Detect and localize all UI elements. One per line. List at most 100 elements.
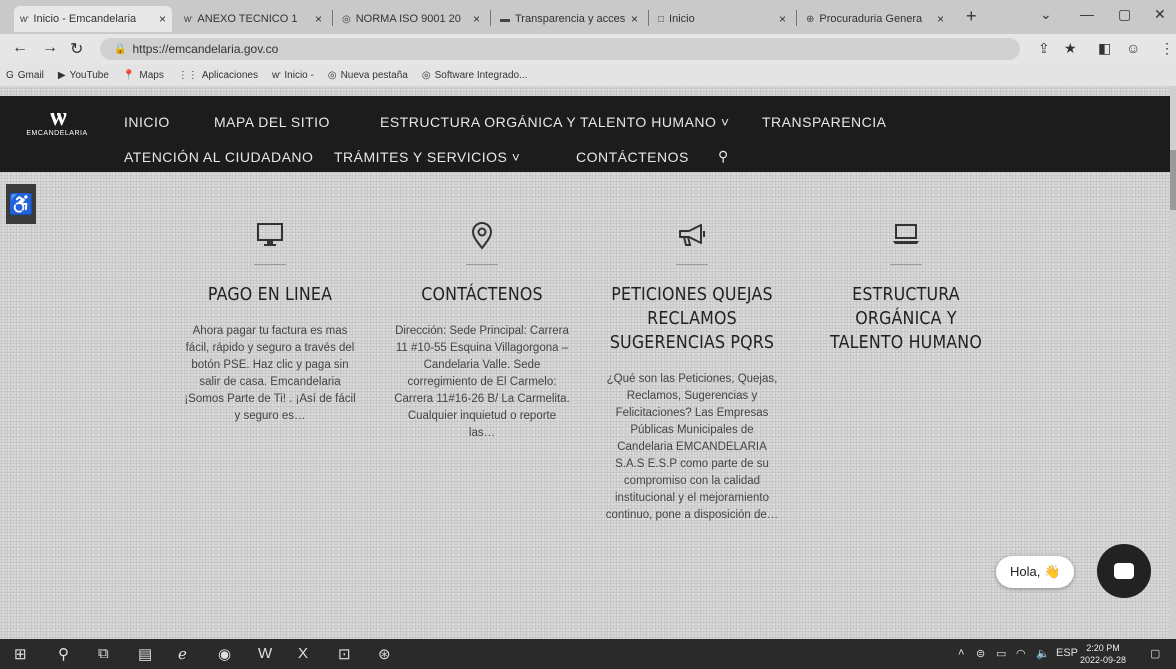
site-favicon-icon: ⱳ xyxy=(271,69,281,81)
bookmark-label: Gmail xyxy=(17,69,44,81)
feature-estructura-organica[interactable]: ESTRUCTURA ORGÁNICA Y TALENTO HUMANO xyxy=(806,222,1006,371)
battery-icon[interactable]: ▭ xyxy=(996,647,1006,660)
blank-favicon-icon: □ xyxy=(658,13,665,25)
maximize-icon[interactable]: ▢ xyxy=(1118,6,1131,23)
tab-title: NORMA ISO 9001 20 xyxy=(355,13,461,25)
tab-inicio-emcandelaria[interactable]: ⱳ Inicio - Emcandelaria × xyxy=(14,6,172,32)
show-hidden-icons-icon[interactable]: ˄ xyxy=(958,647,964,659)
close-icon[interactable]: × xyxy=(473,12,480,26)
network-icon[interactable]: ⊜ xyxy=(976,647,985,660)
close-icon[interactable]: × xyxy=(937,12,944,26)
new-tab-icon[interactable]: + xyxy=(966,6,977,27)
volume-icon[interactable]: 🔈 xyxy=(1036,647,1050,660)
nav-inicio[interactable]: INICIO xyxy=(124,114,170,130)
search-icon[interactable]: ⚲ xyxy=(58,645,69,663)
tab-inicio[interactable]: □ Inicio × xyxy=(652,6,792,32)
feature-title[interactable]: PAGO EN LINEA xyxy=(182,283,358,307)
nav-transparencia[interactable]: TRANSPARENCIA xyxy=(762,114,886,130)
bookmark-inicio[interactable]: ⱳ Inicio - xyxy=(272,70,314,81)
bookmark-maps[interactable]: 📍 Maps xyxy=(123,70,164,81)
tab-title: Inicio xyxy=(669,13,695,25)
feature-title[interactable]: ESTRUCTURA ORGÁNICA Y TALENTO HUMANO xyxy=(818,283,994,355)
divider xyxy=(890,264,922,265)
bookmarks-bar: G Gmail ▶ YouTube 📍 Maps ⋮⋮ Aplicaciones ⱳ In… xyxy=(0,64,1176,86)
chrome-icon[interactable]: ◉ xyxy=(218,645,231,663)
system-clock[interactable]: 2:20 PM 2022-09-28 xyxy=(1080,642,1126,666)
clock-date: 2022-09-28 xyxy=(1080,655,1127,665)
bookmark-software[interactable]: ◎ Software Integrado... xyxy=(422,70,528,81)
back-arrow-icon[interactable]: ← xyxy=(12,39,28,57)
forward-arrow-icon[interactable]: → xyxy=(42,39,58,57)
edge-icon[interactable]: ℯ xyxy=(178,645,187,663)
chat-greeting-bubble[interactable]: Hola, 👋 xyxy=(996,556,1075,588)
reload-icon[interactable]: ↻ xyxy=(70,39,83,59)
wifi-icon[interactable]: ◠ xyxy=(1016,647,1026,660)
close-icon[interactable]: × xyxy=(631,12,638,26)
tab-title: ANEXO TECNICO 1 xyxy=(197,13,298,25)
excel-icon[interactable]: X xyxy=(298,645,308,662)
word-icon[interactable]: W xyxy=(258,645,272,662)
chat-launcher-button[interactable] xyxy=(1097,544,1151,598)
feature-pago-en-linea[interactable]: PAGO EN LINEA Ahora pagar tu factura es … xyxy=(170,222,370,425)
nav-mapa-del-sitio[interactable]: MAPA DEL SITIO xyxy=(214,114,330,130)
bookmark-youtube[interactable]: ▶ YouTube xyxy=(58,70,109,81)
bookmark-apps[interactable]: ⋮⋮ Aplicaciones xyxy=(178,70,258,81)
minimize-icon[interactable]: — xyxy=(1080,6,1094,22)
tab-separator xyxy=(648,10,649,26)
app-icon[interactable]: ⊛ xyxy=(378,645,391,663)
task-view-icon[interactable]: ⧉ xyxy=(98,645,109,662)
close-window-icon[interactable]: ✕ xyxy=(1154,6,1166,23)
scrollbar-thumb[interactable] xyxy=(1170,150,1176,210)
menu-dots-icon[interactable]: ⋮ xyxy=(1160,40,1174,57)
profile-icon[interactable]: ☺ xyxy=(1126,40,1140,56)
tab-transparencia[interactable]: ▬ Transparencia y acces × xyxy=(494,6,644,32)
tab-anexo-tecnico[interactable]: ⱳ ANEXO TECNICO 1 × xyxy=(178,6,328,32)
tab-view-icon[interactable]: ◧ xyxy=(1098,40,1111,57)
feature-pqrs[interactable]: PETICIONES QUEJAS RECLAMOS SUGERENCIAS P… xyxy=(592,222,792,524)
close-icon[interactable]: × xyxy=(315,12,322,26)
nav-atencion-ciudadano[interactable]: ATENCIÓN AL CIUDADANO xyxy=(124,149,313,165)
notifications-icon[interactable]: ▢ xyxy=(1150,647,1160,660)
tab-norma-iso[interactable]: ◎ NORMA ISO 9001 20 × xyxy=(336,6,486,32)
site-favicon-icon: ⱳ xyxy=(20,13,29,25)
windows-taskbar: ⊞ ⚲ ⧉ ▤ ℯ ◉ W X ⊡ ⊛ ˄ ⊜ ▭ ◠ 🔈 ESP 2:20 P… xyxy=(0,639,1176,669)
tab-search-chevron-icon[interactable]: ⌄ xyxy=(1040,6,1052,23)
app-icon[interactable]: ⊡ xyxy=(338,645,351,663)
url-text[interactable]: https://emcandelaria.gov.co xyxy=(132,42,278,56)
bookmark-star-icon[interactable]: ★ xyxy=(1064,40,1077,57)
lock-icon[interactable]: 🔒 xyxy=(114,44,126,55)
close-icon[interactable]: × xyxy=(159,12,166,26)
monitor-icon xyxy=(170,222,370,252)
bookmark-label: Maps xyxy=(139,69,164,81)
map-pin-icon xyxy=(382,222,582,252)
bookmark-gmail[interactable]: G Gmail xyxy=(6,70,44,81)
nav-estructura-organica[interactable]: ESTRUCTURA ORGÁNICA Y TALENTO HUMANO ˅ xyxy=(380,114,730,130)
bookmark-label: Software Integrado... xyxy=(434,69,528,81)
tab-procuraduria[interactable]: ⊕ Procuraduria Genera × xyxy=(800,6,950,32)
youtube-icon: ▶ xyxy=(57,69,66,81)
windows-start-icon[interactable]: ⊞ xyxy=(14,645,27,663)
feature-title[interactable]: CONTÁCTENOS xyxy=(394,283,570,307)
bookmark-nueva-pestana[interactable]: ◎ Nueva pestaña xyxy=(328,70,408,81)
site-logo[interactable]: ѡ EMCANDELARIA xyxy=(22,104,92,137)
accessibility-icon[interactable]: ♿ xyxy=(6,184,36,224)
feature-contactenos[interactable]: CONTÁCTENOS Dirección: Sede Principal: C… xyxy=(382,222,582,442)
logo-mark-icon: ѡ xyxy=(50,102,66,132)
apps-icon: ⋮⋮ xyxy=(177,69,198,81)
tab-title: Procuraduria Genera xyxy=(819,13,923,25)
close-icon[interactable]: × xyxy=(779,12,786,26)
chat-icon xyxy=(1114,563,1134,579)
globe-icon: ◎ xyxy=(327,69,337,81)
file-explorer-icon[interactable]: ▤ xyxy=(138,645,152,663)
address-bar[interactable]: 🔒 https://emcandelaria.gov.co xyxy=(100,38,1020,60)
address-toolbar: ← → ↻ 🔒 https://emcandelaria.gov.co ⇪ ★ … xyxy=(0,34,1176,64)
bookmark-label: Aplicaciones xyxy=(201,69,258,81)
divider xyxy=(676,264,708,265)
logo-text: EMCANDELARIA xyxy=(26,130,88,137)
nav-tramites-servicios[interactable]: TRÁMITES Y SERVICIOS ˅ xyxy=(334,149,520,165)
share-icon[interactable]: ⇪ xyxy=(1038,40,1050,57)
feature-title[interactable]: PETICIONES QUEJAS RECLAMOS SUGERENCIAS P… xyxy=(604,283,780,355)
language-indicator[interactable]: ESP xyxy=(1056,647,1078,659)
search-icon[interactable]: ⚲ xyxy=(718,148,729,165)
nav-contactenos[interactable]: CONTÁCTENOS xyxy=(576,149,689,165)
